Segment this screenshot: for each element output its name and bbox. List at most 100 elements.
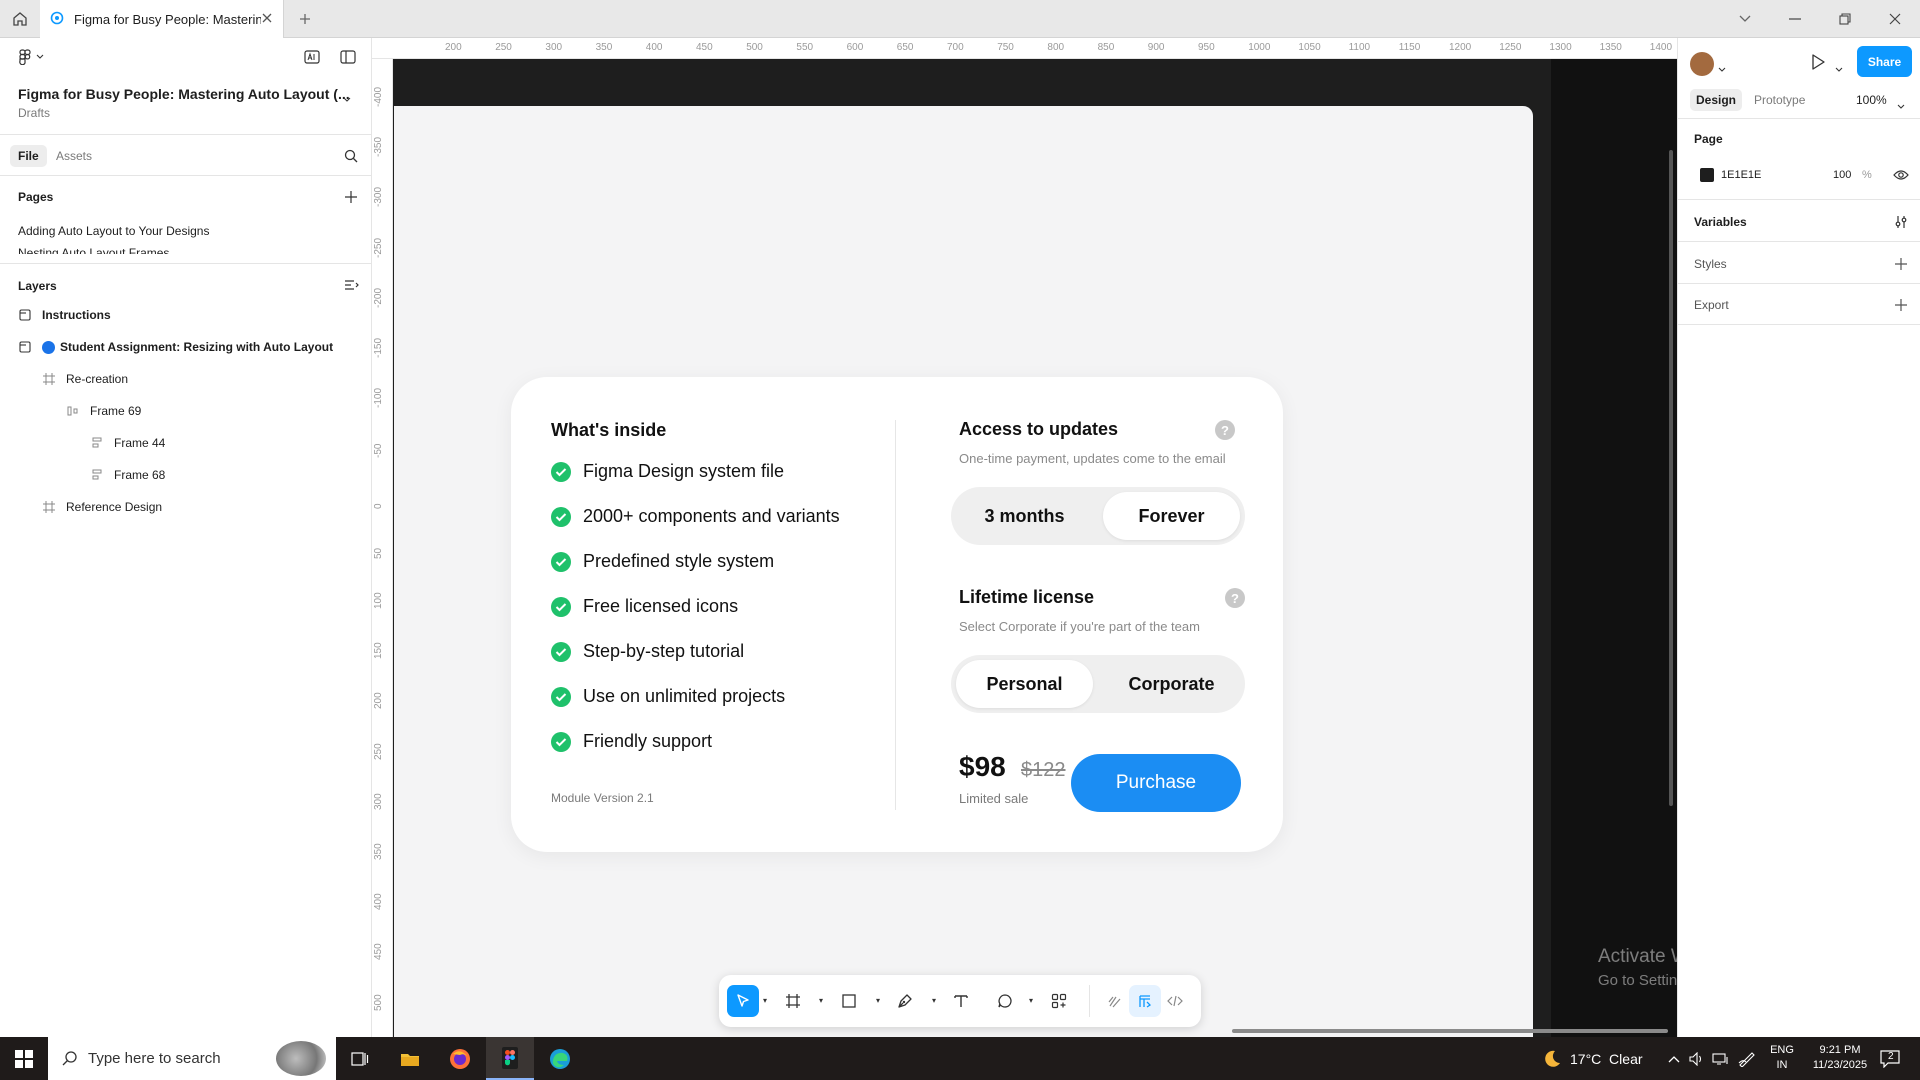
taskbar-search[interactable]: Type here to search xyxy=(48,1037,336,1080)
page-item-nesting-frames[interactable]: Nesting Auto Layout Frames xyxy=(18,246,169,254)
ruler-tick-label: 1350 xyxy=(1599,42,1622,53)
frame-icon xyxy=(42,500,56,514)
present-chevron-icon[interactable] xyxy=(1835,60,1843,78)
export-heading: Export xyxy=(1694,298,1729,312)
clock[interactable]: 9:21 PM 11/23/2025 xyxy=(1802,1044,1878,1071)
updates-subtitle: One-time payment, updates come to the em… xyxy=(959,451,1226,466)
layer-reference-design[interactable]: Reference Design xyxy=(42,500,162,514)
close-tab-icon[interactable] xyxy=(261,12,273,27)
purchase-button[interactable]: Purchase xyxy=(1071,754,1241,812)
layer-re-creation[interactable]: Re-creation xyxy=(42,372,128,386)
zoom-chevron-icon[interactable] xyxy=(1897,97,1905,115)
comment-tool-icon[interactable] xyxy=(989,985,1021,1017)
weather-widget[interactable]: 17°C Clear xyxy=(1542,1037,1643,1080)
share-button[interactable]: Share xyxy=(1857,46,1912,77)
pen-tool-icon[interactable] xyxy=(889,985,921,1017)
tab-assets[interactable]: Assets xyxy=(56,149,92,163)
tab-prototype[interactable]: Prototype xyxy=(1754,93,1805,107)
text-tool-icon[interactable] xyxy=(945,985,977,1017)
ai-tools-icon[interactable] xyxy=(304,50,320,69)
updates-help-icon[interactable]: ? xyxy=(1215,420,1235,440)
license-help-icon[interactable]: ? xyxy=(1225,588,1245,608)
search-icon[interactable] xyxy=(344,149,358,168)
avatar[interactable] xyxy=(1690,52,1714,76)
collapse-layers-icon[interactable] xyxy=(345,279,359,297)
avatar-chevron-icon[interactable] xyxy=(1718,60,1726,78)
restore-icon[interactable] xyxy=(1820,0,1870,38)
file-tab[interactable]: Figma for Busy People: Mastering Auto La… xyxy=(40,0,284,38)
move-tool-icon[interactable] xyxy=(727,985,759,1017)
page-opacity[interactable]: 100 xyxy=(1833,169,1851,181)
windows-start-icon[interactable] xyxy=(0,1037,48,1080)
shape-tool-caret-icon[interactable]: ▾ xyxy=(876,996,880,1005)
add-style-icon[interactable] xyxy=(1893,256,1909,272)
add-page-icon[interactable] xyxy=(345,190,357,208)
page-section-heading: Page xyxy=(1694,132,1723,146)
network-icon[interactable] xyxy=(1712,1037,1730,1080)
reference-frame[interactable]: What's inside Figma Design system file 2… xyxy=(394,106,1533,1037)
new-tab-icon[interactable] xyxy=(294,8,316,30)
layer-frame-68[interactable]: Frame 68 xyxy=(90,468,165,482)
vertical-scrollbar[interactable] xyxy=(1669,150,1673,806)
language-indicator[interactable]: ENG IN xyxy=(1768,1044,1796,1071)
canvas[interactable]: What's inside Figma Design system file 2… xyxy=(393,59,1677,1037)
main-menu-icon[interactable] xyxy=(18,49,44,65)
draw-mode-icon[interactable] xyxy=(1099,985,1131,1017)
pen-tool-caret-icon[interactable]: ▾ xyxy=(932,996,936,1005)
variables-heading[interactable]: Variables xyxy=(1694,215,1747,229)
frame-tool-icon[interactable] xyxy=(777,985,809,1017)
page-item-adding-auto-layout[interactable]: Adding Auto Layout to Your Designs xyxy=(18,224,209,238)
ruler-tick-label: 50 xyxy=(373,547,384,559)
minimize-icon[interactable] xyxy=(1770,0,1820,38)
feature-label: Use on unlimited projects xyxy=(583,686,786,706)
file-name[interactable]: Figma for Busy People: Mastering Auto La… xyxy=(18,86,350,102)
panel-divider xyxy=(1678,283,1920,284)
actions-icon[interactable] xyxy=(1043,985,1075,1017)
file-menu-chevron-icon[interactable] xyxy=(343,90,351,108)
page-color-swatch[interactable] xyxy=(1700,168,1714,182)
firefox-icon[interactable] xyxy=(436,1037,484,1080)
tabs-dropdown-icon[interactable] xyxy=(1720,0,1770,38)
ruler-tick-label: 300 xyxy=(545,42,563,53)
layer-instructions[interactable]: Instructions xyxy=(18,308,111,322)
horizontal-scrollbar[interactable] xyxy=(1232,1029,1668,1033)
pen-ink-icon[interactable] xyxy=(1738,1037,1756,1080)
ruler-tick-label: 650 xyxy=(896,42,914,53)
move-tool-caret-icon[interactable]: ▾ xyxy=(763,996,767,1005)
layer-label: Student Assignment: Resizing with Auto L… xyxy=(60,340,334,354)
notifications-icon[interactable]: 2 xyxy=(1880,1037,1900,1080)
home-icon[interactable] xyxy=(0,0,40,38)
option-3-months[interactable]: 3 months xyxy=(956,492,1093,540)
variables-settings-icon[interactable] xyxy=(1893,214,1909,230)
comment-tool-caret-icon[interactable]: ▾ xyxy=(1029,996,1033,1005)
option-forever[interactable]: Forever xyxy=(1103,492,1240,540)
task-view-icon[interactable] xyxy=(336,1037,384,1080)
design-mode-icon[interactable] xyxy=(1129,985,1161,1017)
layer-frame-44[interactable]: Frame 44 xyxy=(90,436,165,450)
ruler-tick-label: 1250 xyxy=(1499,42,1522,53)
close-window-icon[interactable] xyxy=(1870,0,1920,38)
frame-tool-caret-icon[interactable]: ▾ xyxy=(819,996,823,1005)
visibility-eye-icon[interactable] xyxy=(1893,167,1909,183)
pricing-card[interactable]: What's inside Figma Design system file 2… xyxy=(511,377,1283,852)
tab-file[interactable]: File xyxy=(10,145,47,167)
file-location[interactable]: Drafts xyxy=(18,106,50,120)
file-explorer-icon[interactable] xyxy=(386,1037,434,1080)
layer-label: Frame 44 xyxy=(114,436,166,450)
dev-mode-icon[interactable] xyxy=(1159,985,1191,1017)
rectangle-tool-icon[interactable] xyxy=(833,985,865,1017)
tab-design[interactable]: Design xyxy=(1690,89,1743,111)
edge-icon[interactable] xyxy=(536,1037,584,1080)
layer-frame-69[interactable]: Frame 69 xyxy=(66,404,141,418)
present-play-icon[interactable] xyxy=(1811,54,1825,75)
show-hidden-icons-icon[interactable] xyxy=(1668,1037,1680,1080)
option-personal[interactable]: Personal xyxy=(956,660,1093,708)
option-corporate[interactable]: Corporate xyxy=(1103,660,1240,708)
toggle-sidebar-icon[interactable] xyxy=(340,50,356,69)
page-color-hex[interactable]: 1E1E1E xyxy=(1721,169,1761,181)
add-export-icon[interactable] xyxy=(1893,297,1909,313)
volume-icon[interactable] xyxy=(1689,1037,1705,1080)
layer-student-assignment[interactable]: Student Assignment: Resizing with Auto L… xyxy=(18,340,333,354)
zoom-level[interactable]: 100% xyxy=(1856,93,1887,107)
figma-app-icon[interactable] xyxy=(486,1037,534,1080)
